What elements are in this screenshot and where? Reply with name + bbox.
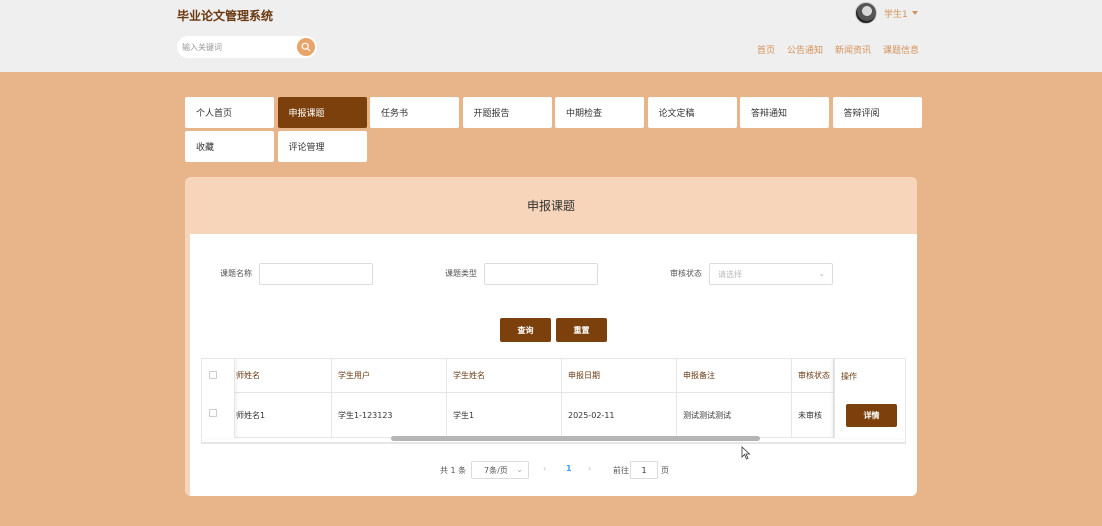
- tab-home[interactable]: 个人首页: [185, 97, 274, 128]
- goto-page-input[interactable]: 1: [630, 461, 658, 479]
- tab-final-thesis[interactable]: 论文定稿: [647, 97, 737, 128]
- caret-down-icon[interactable]: [911, 11, 918, 15]
- cell-student-user: 学生1-123123: [332, 393, 447, 437]
- search-icon: [301, 42, 311, 52]
- tab-proposal[interactable]: 开题报告: [462, 97, 552, 128]
- chevron-down-icon: ⌄: [516, 465, 523, 474]
- tab-assignment[interactable]: 任务书: [370, 97, 459, 128]
- site-title: 毕业论文管理系统: [177, 9, 274, 23]
- operation-column: 操作 详情: [834, 359, 905, 438]
- reset-button[interactable]: 重置: [556, 318, 607, 342]
- tab-defense-review[interactable]: 答辩评阅: [832, 97, 922, 128]
- row-checkbox[interactable]: [209, 409, 217, 417]
- search-button[interactable]: [297, 38, 315, 56]
- cell-student-name: 学生1: [447, 393, 562, 437]
- next-page-icon[interactable]: ›: [588, 464, 591, 473]
- tab-favorites[interactable]: 收藏: [185, 131, 274, 162]
- cell-review-status: 未审核: [792, 393, 834, 437]
- chevron-down-icon: ⌄: [818, 269, 825, 278]
- topic-type-label: 课题类型: [445, 269, 477, 278]
- topic-name-input[interactable]: [259, 263, 373, 285]
- avatar[interactable]: [855, 2, 877, 24]
- topic-table: 师姓名 学生用户 学生姓名 申报日期 申报备注 审核状态 师姓名1 学生1-12…: [201, 358, 906, 444]
- panel-title: 申报课题: [185, 177, 917, 234]
- page-number[interactable]: 1: [566, 464, 572, 473]
- table-row: 师姓名1 学生1-123123 学生1 2025-02-11 测试测试测试 未审…: [202, 393, 905, 438]
- query-button[interactable]: 查询: [500, 318, 551, 342]
- search-input[interactable]: [182, 42, 292, 52]
- review-status-select[interactable]: 请选择 ⌄: [709, 263, 833, 285]
- detail-button[interactable]: 详情: [846, 404, 897, 427]
- table-bottom-line: [201, 442, 906, 443]
- content-panel: 申报课题 课题名称 课题类型 审核状态 请选择 ⌄ 查询 重置 师姓名 学生用户…: [185, 177, 917, 496]
- search-box: [177, 36, 317, 58]
- col-student-name: 学生姓名: [447, 359, 562, 392]
- col-operation: 操作: [841, 372, 857, 381]
- tab-comments[interactable]: 评论管理: [277, 131, 367, 162]
- pagination-total: 共 1 条: [440, 466, 467, 475]
- nav-notices[interactable]: 公告通知: [787, 43, 823, 56]
- nav-topics[interactable]: 课题信息: [883, 43, 919, 56]
- topic-name-label: 课题名称: [220, 269, 252, 278]
- page-size-select[interactable]: 7条/页 ⌄: [471, 461, 529, 479]
- tab-defense-notice[interactable]: 答辩通知: [740, 97, 829, 128]
- cell-apply-date: 2025-02-11: [562, 393, 677, 437]
- mouse-cursor-icon: [741, 446, 751, 460]
- tab-midterm[interactable]: 中期检查: [555, 97, 644, 128]
- horizontal-scrollbar[interactable]: [391, 436, 760, 441]
- col-student-user: 学生用户: [332, 359, 447, 392]
- cell-teacher-name: 师姓名1: [230, 393, 332, 437]
- col-apply-date: 申报日期: [562, 359, 677, 392]
- review-status-label: 审核状态: [670, 269, 702, 278]
- pagination: 共 1 条 7条/页 ⌄ ‹ 1 › 前往 1 页: [185, 461, 917, 479]
- main-nav: 首页 公告通知 新闻资讯 课题信息: [757, 43, 919, 56]
- table-header-row: 师姓名 学生用户 学生姓名 申报日期 申报备注 审核状态: [202, 359, 905, 393]
- page-suffix: 页: [661, 466, 669, 475]
- select-all-checkbox[interactable]: [209, 371, 217, 379]
- goto-label: 前往: [613, 466, 629, 475]
- review-status-placeholder: 请选择: [718, 269, 742, 279]
- center-tabs: 个人首页 申报课题 任务书 开题报告 中期检查 论文定稿 答辩通知 答辩评阅 收…: [185, 97, 922, 162]
- wave-divider: [0, 62, 1102, 70]
- col-apply-note: 申报备注: [677, 359, 792, 392]
- nav-news[interactable]: 新闻资讯: [835, 43, 871, 56]
- col-teacher-name: 师姓名: [230, 359, 332, 392]
- page-size-value: 7条/页: [484, 465, 508, 475]
- checkbox-column: [202, 359, 235, 438]
- col-review-status: 审核状态: [792, 359, 834, 392]
- user-name[interactable]: 学生1: [884, 7, 908, 20]
- nav-home[interactable]: 首页: [757, 43, 775, 56]
- prev-page-icon[interactable]: ‹: [543, 464, 546, 473]
- user-menu[interactable]: 学生1: [855, 2, 918, 24]
- filter-row: 课题名称 课题类型 审核状态 请选择 ⌄: [185, 263, 917, 285]
- topic-type-input[interactable]: [484, 263, 598, 285]
- tab-apply-topic[interactable]: 申报课题: [277, 97, 367, 128]
- cell-apply-note: 测试测试测试: [677, 393, 792, 437]
